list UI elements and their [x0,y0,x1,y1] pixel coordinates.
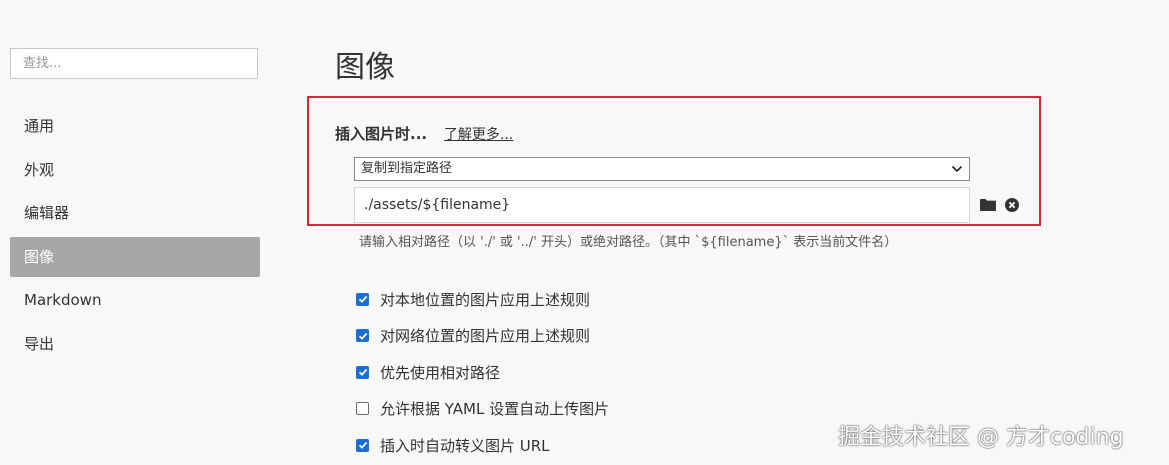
insert-image-row: 插入图片时... 了解更多... [335,123,513,144]
options-list: 对本地位置的图片应用上述规则 对网络位置的图片应用上述规则 优先使用相对路径 允… [356,281,609,464]
relative-path-checkbox[interactable] [356,365,369,379]
insert-action-select[interactable]: 复制到指定路径 [354,157,970,181]
search-input[interactable] [10,48,258,79]
image-path-input[interactable] [354,187,970,223]
path-hint-text: 请输入相对路径（以 './' 或 '../' 开头）或绝对路径。（其中 `${f… [359,235,898,250]
preferences-window: 通用 外观 编辑器 图像 Markdown 导出 图像 插入图片时... 了解更… [0,0,1169,465]
sidebar-nav: 通用 外观 编辑器 图像 Markdown 导出 [10,106,260,367]
option-label: 插入时自动转义图片 URL [380,436,550,455]
clear-icon[interactable] [1005,198,1019,212]
sidebar-item-editor[interactable]: 编辑器 [10,193,260,233]
checkmark-icon [358,442,367,450]
chevron-down-icon [951,165,963,173]
checkmark-icon [358,296,367,304]
learn-more-link[interactable]: 了解更多... [444,127,513,143]
sidebar-item-markdown[interactable]: Markdown [10,280,260,320]
sidebar-item-export[interactable]: 导出 [10,324,260,364]
local-images-checkbox[interactable] [356,292,369,306]
option-label: 对网络位置的图片应用上述规则 [380,327,591,346]
select-value: 复制到指定路径 [361,161,453,176]
option-label: 优先使用相对路径 [380,363,501,382]
option-label: 对本地位置的图片应用上述规则 [380,290,591,309]
network-images-checkbox[interactable] [356,329,369,343]
yaml-upload-checkbox[interactable] [356,402,369,416]
option-escape-url: 插入时自动转义图片 URL [356,427,609,464]
option-local-images: 对本地位置的图片应用上述规则 [356,281,609,318]
page-title: 图像 [335,50,395,85]
checkmark-icon [358,369,367,377]
option-yaml-upload: 允许根据 YAML 设置自动上传图片 [356,391,609,428]
option-label: 允许根据 YAML 设置自动上传图片 [380,400,610,419]
escape-url-checkbox[interactable] [356,438,369,452]
checkmark-icon [358,332,367,340]
sidebar-item-general[interactable]: 通用 [10,106,260,146]
option-relative-path: 优先使用相对路径 [356,354,609,391]
watermark: 掘金技术社区 @ 方才coding [838,425,1124,450]
folder-icon[interactable] [980,199,996,211]
option-network-images: 对网络位置的图片应用上述规则 [356,318,609,355]
sidebar-item-appearance[interactable]: 外观 [10,150,260,190]
insert-image-label: 插入图片时... [335,125,428,143]
sidebar-item-image[interactable]: 图像 [10,236,260,277]
